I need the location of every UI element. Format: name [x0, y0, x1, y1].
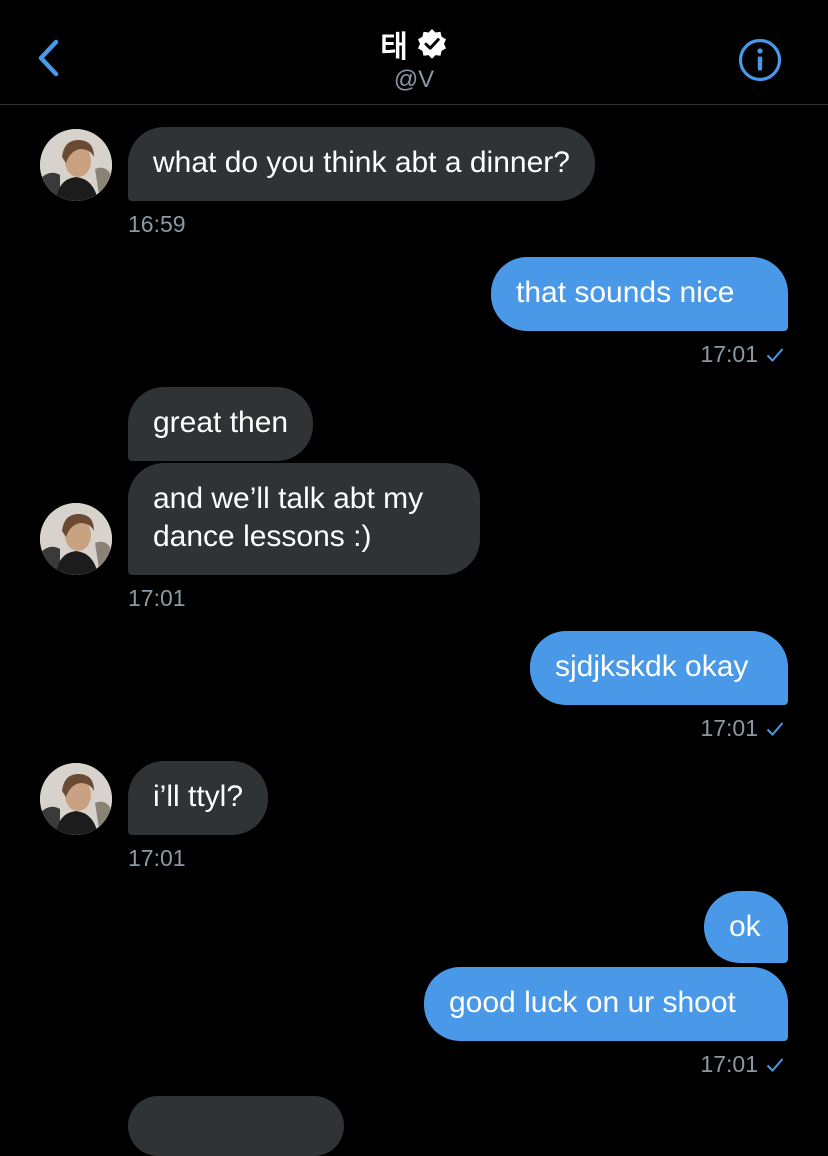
message-bubble-incoming[interactable]: and we’ll talk abt my dance lessons :): [128, 463, 480, 575]
conversation-info-button[interactable]: [737, 38, 783, 87]
message-status: 17:01: [700, 1051, 784, 1078]
message-bubble-incoming-partial[interactable]: [128, 1096, 344, 1156]
contact-avatar[interactable]: [40, 129, 112, 201]
verified-badge-icon: [416, 28, 448, 60]
message-bubble-incoming[interactable]: i’ll ttyl?: [128, 761, 269, 835]
message-bubble-incoming[interactable]: great then: [128, 387, 314, 461]
message-text: good luck on ur shoot: [449, 986, 736, 1019]
message-timestamp: 17:01: [700, 715, 758, 741]
message-text-line: and we’ll talk abt my: [153, 482, 424, 515]
conversation-title[interactable]: 태 @V: [0, 24, 828, 94]
conversation-header: 태 @V: [0, 0, 828, 105]
message-timestamp: 17:01: [700, 341, 758, 367]
message-text: that sounds nice: [516, 276, 735, 309]
message-timestamp: 17:01: [128, 845, 186, 871]
message-timestamp: 17:01: [128, 585, 186, 611]
message-status: 17:01: [700, 715, 784, 742]
message-text: sjdjkskdk okay: [555, 650, 749, 683]
message-timestamp: 16:59: [128, 211, 186, 237]
message-bubble-outgoing[interactable]: good luck on ur shoot: [424, 967, 788, 1041]
message-text: ok: [729, 910, 761, 943]
message-bubble-incoming[interactable]: what do you think abt a dinner?: [128, 127, 595, 201]
checkmark-icon: [766, 1057, 784, 1073]
checkmark-icon: [766, 721, 784, 737]
message-bubble-outgoing[interactable]: that sounds nice: [491, 257, 788, 331]
contact-avatar[interactable]: [40, 503, 112, 575]
message-text: i’ll ttyl?: [153, 780, 244, 813]
message-timestamp: 17:01: [700, 1051, 758, 1077]
checkmark-icon: [766, 347, 784, 363]
message-bubble-outgoing[interactable]: ok: [704, 891, 788, 963]
message-status: 17:01: [700, 341, 784, 368]
message-text-line: dance lessons :): [153, 520, 372, 553]
contact-name: 태: [380, 30, 408, 65]
message-text: great then: [153, 406, 289, 439]
contact-handle: @V: [393, 66, 435, 93]
contact-avatar[interactable]: [40, 763, 112, 835]
info-icon: [738, 38, 782, 87]
message-text: what do you think abt a dinner?: [153, 146, 570, 179]
message-bubble-outgoing[interactable]: sjdjkskdk okay: [530, 631, 788, 705]
